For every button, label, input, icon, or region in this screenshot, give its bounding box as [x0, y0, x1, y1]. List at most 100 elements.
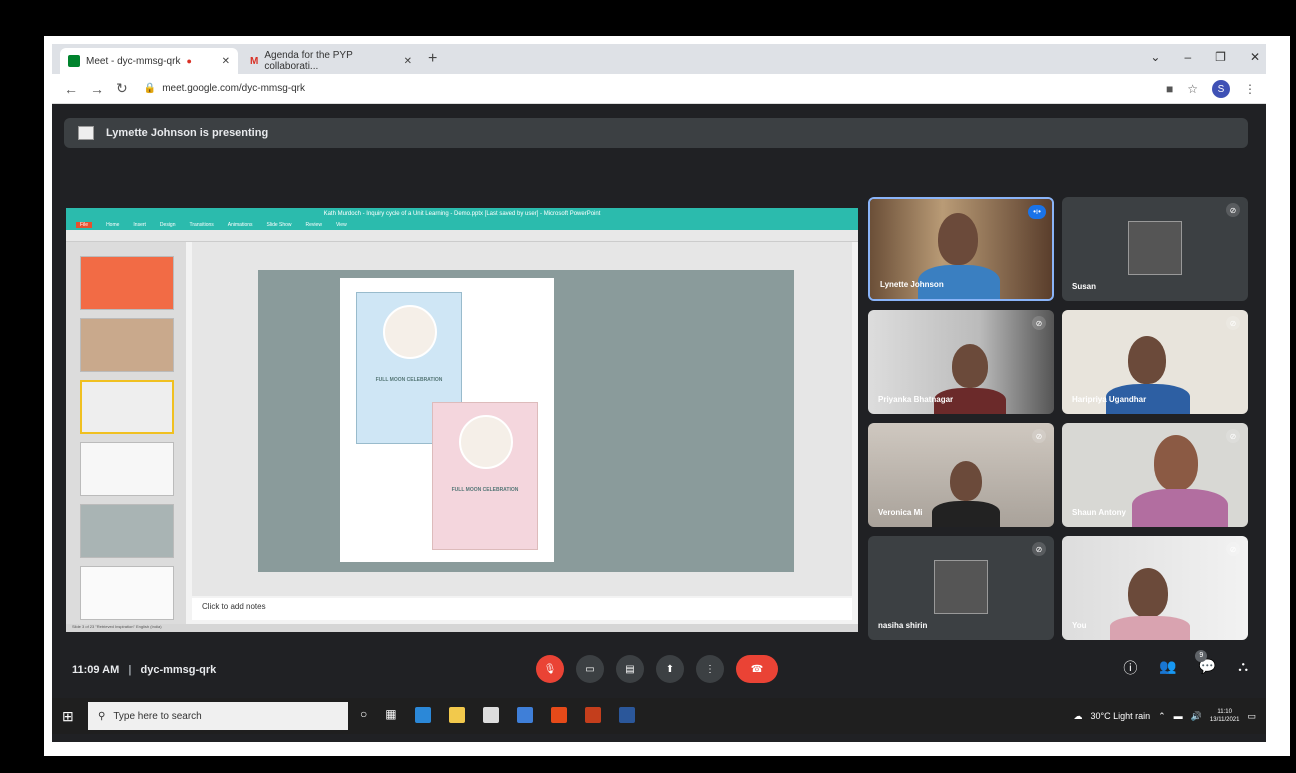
mic-off-icon: ⊘ [1032, 316, 1046, 330]
avatar-placeholder [934, 560, 988, 614]
ppt-menu-item: Review [305, 222, 322, 228]
shared-screen: Kath Murdoch - Inquiry cycle of a Unit L… [66, 208, 858, 632]
participant-tile[interactable]: ⊘ You [1062, 536, 1248, 640]
participant-tile[interactable]: ⊘ Susan [1062, 197, 1248, 301]
more-options-button[interactable]: ⋮ [696, 655, 724, 683]
maximize-button[interactable]: ❐ [1215, 50, 1226, 64]
camera-icon[interactable]: ■ [1166, 82, 1173, 96]
chrome-icon[interactable] [550, 707, 567, 723]
participant-tile[interactable]: ⊘ Veronica Mi [868, 423, 1054, 527]
url-field[interactable]: 🔒 meet.google.com/dyc-mmsg-qrk [144, 83, 305, 94]
participant-tile[interactable]: ⊘ Shaun Antony [1062, 423, 1248, 527]
close-icon[interactable]: ✕ [404, 56, 412, 67]
slide-thumb [80, 318, 174, 372]
forward-icon[interactable]: → [90, 81, 104, 97]
network-icon[interactable]: ▬ [1174, 711, 1183, 721]
tab-label: Meet - dyc-mmsg-qrk [86, 55, 181, 67]
present-button[interactable]: ⬆ [656, 655, 684, 683]
windows-icon[interactable]: ⊞ [62, 708, 74, 725]
ppt-menu-item: Insert [133, 222, 146, 228]
invite-title: FULL MOON CELEBRATION [375, 377, 443, 383]
star-icon[interactable]: ☆ [1187, 82, 1198, 96]
slide-thumbnails [66, 242, 186, 624]
participant-tile[interactable]: ⊘ Haripriya Ugandhar [1062, 310, 1248, 414]
search-icon: ⚲ [98, 710, 106, 722]
close-window-button[interactable]: ✕ [1250, 50, 1260, 64]
participant-name: Susan [1072, 282, 1097, 291]
minimize-button[interactable]: – [1184, 50, 1191, 64]
body [932, 501, 1000, 527]
activities-icon[interactable]: ⛬ [1238, 658, 1248, 678]
chevron-up-icon[interactable]: ⌃ [1158, 711, 1166, 722]
powerpoint-icon[interactable] [584, 707, 601, 723]
tab-meet[interactable]: Meet - dyc-mmsg-qrk ● ✕ [60, 48, 238, 74]
ppt-menu-item: Slide Show [266, 222, 292, 228]
info-icon[interactable]: ⓘ [1123, 658, 1137, 678]
ppt-menu: File Home Insert Design Transitions Anim… [66, 220, 858, 230]
close-icon[interactable]: ✕ [222, 56, 230, 67]
slide-editor: FULL MOON CELEBRATION FULL MOON CELEBRAT… [192, 242, 852, 596]
participant-tile[interactable]: ⊘ nasiha shirin [868, 536, 1054, 640]
participant-name: Lynette Johnson [880, 280, 944, 289]
face [1128, 336, 1166, 384]
system-tray: ☁ 30°C Light rain ⌃ ▬ 🔊 11:10 13/11/2021… [1073, 708, 1256, 724]
baby-photo [459, 415, 513, 469]
mic-off-icon: ⊘ [1032, 542, 1046, 556]
captions-button[interactable]: ▤ [616, 655, 644, 683]
mic-off-icon: ⊘ [1226, 542, 1240, 556]
avatar-placeholder [1128, 221, 1182, 275]
people-icon[interactable]: 👥 9 [1159, 650, 1208, 678]
store-icon[interactable] [482, 707, 499, 723]
cortana-icon[interactable]: ○ [360, 707, 367, 723]
face [1128, 568, 1168, 618]
avatar[interactable]: S [1212, 80, 1230, 98]
participant-name: nasiha shirin [878, 621, 928, 630]
participant-tile[interactable]: •ı• Lynette Johnson [868, 197, 1054, 301]
ppt-menu-item: Animations [227, 222, 253, 228]
edge-icon[interactable] [414, 707, 431, 723]
recording-icon: ● [186, 56, 192, 66]
address-actions: ■ ☆ S ⋮ [1166, 80, 1256, 98]
tab-label: Agenda for the PYP collaborati... [264, 50, 353, 72]
body [1132, 489, 1228, 527]
ppt-status: Slide 3 of 23 "Retrieved Inspiration" En… [66, 624, 858, 632]
taskbar-clock[interactable]: 11:10 13/11/2021 [1210, 708, 1240, 724]
tab-strip: Meet - dyc-mmsg-qrk ● ✕ M Agenda for the… [52, 44, 1266, 74]
back-icon[interactable]: ← [64, 81, 78, 97]
slide-thumb [80, 380, 174, 434]
mic-off-icon: ⊘ [1226, 429, 1240, 443]
divider: | [128, 664, 132, 676]
participant-name: Haripriya Ugandhar [1072, 395, 1147, 404]
participant-name: Veronica Mi [878, 508, 923, 517]
participant-name: You [1072, 621, 1087, 630]
mic-toggle-button[interactable]: 🎙 [536, 655, 564, 683]
new-tab-button[interactable]: + [428, 50, 437, 68]
meeting-time: 11:09 AM [72, 664, 120, 676]
word-icon[interactable] [618, 707, 635, 723]
clock-time: 11:10 [1217, 709, 1232, 715]
taskbar-search[interactable]: ⚲ Type here to search [88, 702, 348, 730]
leave-call-button[interactable]: ☎ [736, 655, 778, 683]
volume-icon[interactable]: 🔊 [1191, 711, 1202, 722]
slide-document: FULL MOON CELEBRATION FULL MOON CELEBRAT… [340, 278, 554, 562]
weather-text[interactable]: 30°C Light rain [1090, 711, 1150, 721]
side-controls: ⓘ 👥 9 💬 ⛬ [1123, 650, 1248, 678]
notification-icon[interactable]: ▭ [1247, 711, 1256, 722]
camera-toggle-button[interactable]: ▭ [576, 655, 604, 683]
invite-title: FULL MOON CELEBRATION [451, 487, 519, 493]
reload-icon[interactable]: ↻ [116, 80, 128, 97]
ppt-menu-item: View [335, 222, 347, 228]
chevron-down-icon[interactable]: ⌄ [1150, 50, 1160, 64]
tab-agenda[interactable]: M Agenda for the PYP collaborati... ✕ [242, 48, 420, 74]
ppt-menu-item: Design [159, 222, 176, 228]
participant-tile[interactable]: ⊘ Priyanka Bhatnagar [868, 310, 1054, 414]
slide-thumb [80, 566, 174, 620]
menu-icon[interactable]: ⋮ [1244, 82, 1256, 96]
mail-icon[interactable] [516, 707, 533, 723]
file-explorer-icon[interactable] [448, 707, 465, 723]
invite-pink: FULL MOON CELEBRATION [432, 402, 538, 550]
call-controls: 🎙 ▭ ▤ ⬆ ⋮ ☎ [536, 655, 778, 683]
participant-name: Shaun Antony [1072, 508, 1126, 517]
meeting-code: dyc-mmsg-qrk [140, 664, 217, 676]
task-view-icon[interactable]: ▦ [385, 707, 396, 723]
